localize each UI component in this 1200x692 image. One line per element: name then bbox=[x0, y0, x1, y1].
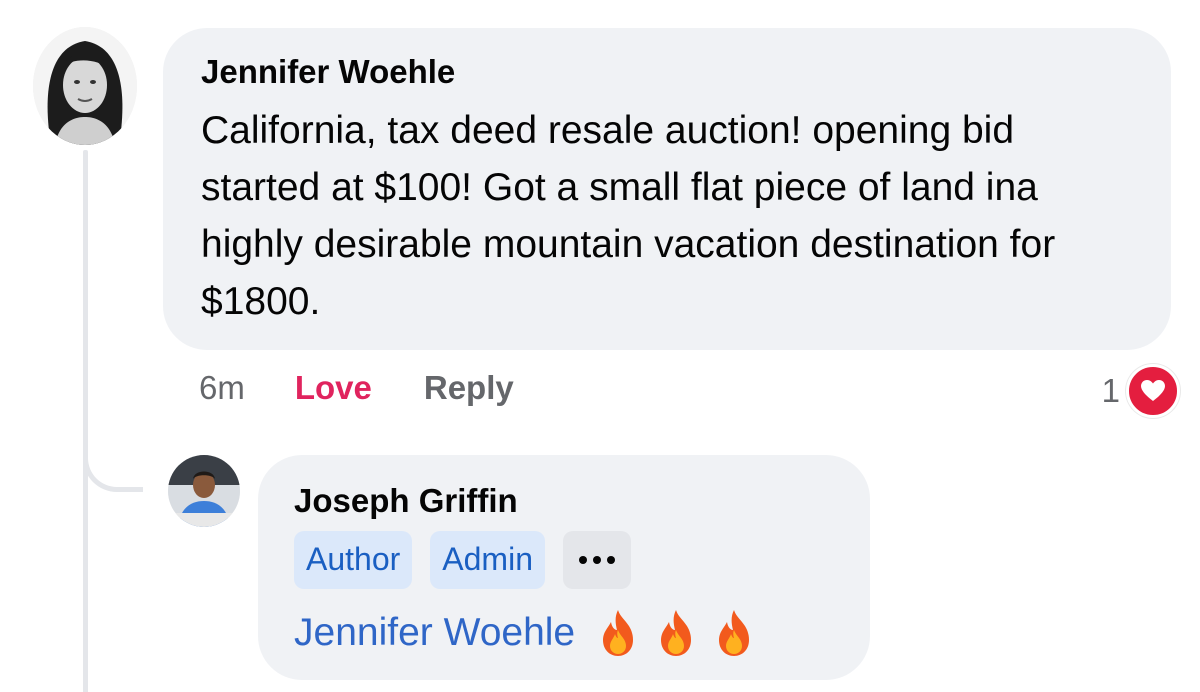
reaction-count: 1 bbox=[1101, 372, 1120, 409]
woman-portrait-image bbox=[33, 27, 137, 145]
reply-author-name[interactable]: Joseph Griffin bbox=[294, 479, 834, 523]
author-badge[interactable]: Author bbox=[294, 531, 413, 589]
thread-connector bbox=[83, 150, 88, 692]
avatar[interactable] bbox=[33, 27, 137, 145]
reply-text: Jennifer Woehle bbox=[294, 603, 834, 663]
mention-link[interactable]: Jennifer Woehle bbox=[294, 603, 575, 663]
comment-thread: Jennifer Woehle California, tax deed res… bbox=[0, 0, 1200, 692]
love-reaction-button[interactable]: Love bbox=[295, 369, 372, 407]
fire-icon bbox=[595, 608, 641, 658]
admin-badge[interactable]: Admin bbox=[430, 531, 545, 589]
man-portrait-image bbox=[168, 455, 240, 527]
more-icon[interactable] bbox=[562, 531, 631, 589]
avatar[interactable] bbox=[168, 455, 240, 527]
comment-author-name[interactable]: Jennifer Woehle bbox=[201, 50, 1133, 94]
comment-bubble: Jennifer Woehle California, tax deed res… bbox=[163, 28, 1171, 350]
reply-bubble: Joseph Griffin Author Admin Jennifer Woe… bbox=[258, 455, 870, 680]
comment-timestamp[interactable]: 6m bbox=[199, 369, 245, 407]
fire-icon bbox=[711, 608, 757, 658]
comment-actions: 6m Love Reply bbox=[199, 362, 514, 414]
reply-button[interactable]: Reply bbox=[424, 369, 514, 407]
fire-icon bbox=[653, 608, 699, 658]
thread-branch-connector bbox=[83, 440, 143, 492]
comment-text: California, tax deed resale auction! ope… bbox=[201, 109, 1056, 323]
heart-icon bbox=[1126, 364, 1180, 418]
reaction-summary[interactable]: 1 bbox=[1102, 364, 1180, 418]
author-badges: Author Admin bbox=[294, 531, 834, 589]
